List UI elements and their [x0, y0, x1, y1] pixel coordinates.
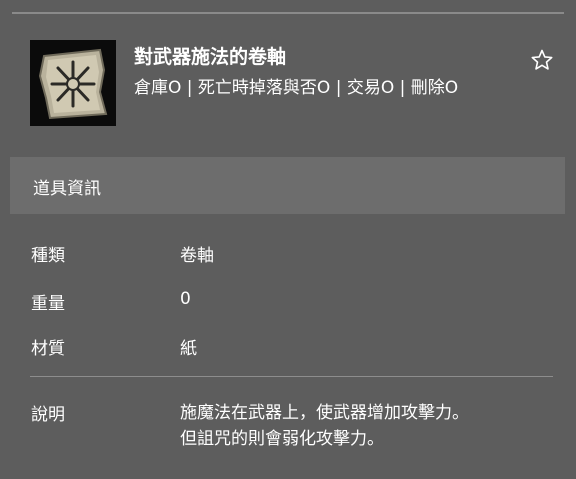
top-divider	[12, 12, 564, 14]
material-value: 紙	[180, 339, 197, 359]
description-divider	[30, 376, 553, 377]
item-header: 對武器施法的卷軸 倉庫O | 死亡時掉落與否O | 交易O | 刪除O	[30, 40, 560, 128]
scroll-icon	[30, 40, 116, 126]
weight-label: 重量	[31, 294, 65, 314]
type-label: 種類	[31, 246, 65, 266]
description-label: 說明	[31, 405, 65, 425]
description-text: 施魔法在武器上，使武器增加攻擊力。 但詛咒的則會弱化攻擊力。	[180, 400, 469, 452]
item-trade-flags: 倉庫O | 死亡時掉落與否O | 交易O | 刪除O	[134, 78, 459, 98]
description-line: 施魔法在武器上，使武器增加攻擊力。	[180, 403, 469, 423]
section-title: 道具資訊	[33, 179, 101, 199]
material-label: 材質	[31, 339, 65, 359]
star-outline-icon	[531, 49, 553, 70]
description-line: 但詛咒的則會弱化攻擊力。	[180, 429, 384, 449]
item-info-section-header: 道具資訊	[10, 157, 565, 214]
type-value: 卷軸	[180, 246, 214, 266]
favorite-star-button[interactable]	[530, 48, 554, 72]
weight-value: 0	[180, 289, 191, 309]
item-name: 對武器施法的卷軸	[134, 46, 287, 68]
